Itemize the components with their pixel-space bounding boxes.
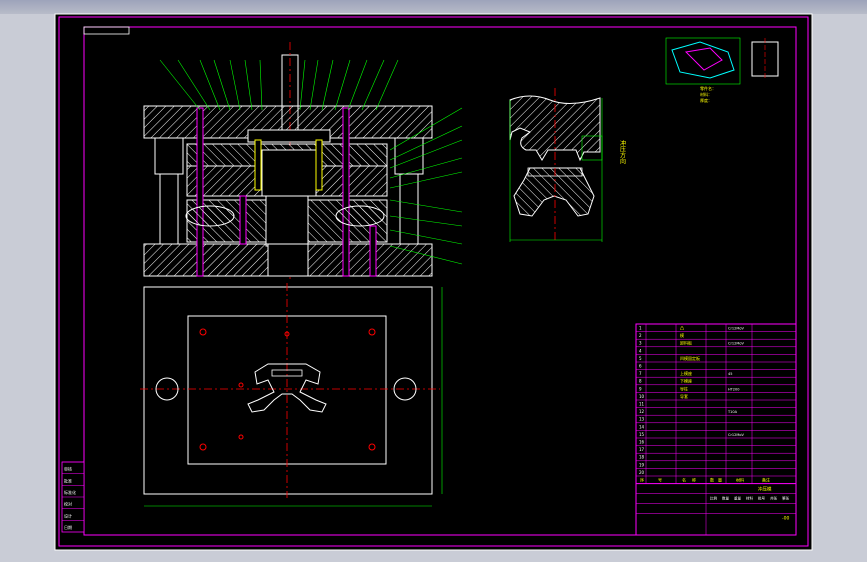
parts-header-cell: 号 bbox=[658, 477, 662, 483]
parts-row-number: 17 bbox=[639, 447, 645, 452]
drawing-id: 冲压模 bbox=[758, 486, 772, 493]
parts-row-material: Cr12MoV bbox=[728, 342, 744, 346]
parts-row-number: 12 bbox=[639, 409, 645, 414]
parts-header-cell: 名 bbox=[682, 477, 686, 483]
title-bottom-cell: 材料 bbox=[746, 496, 754, 501]
inset-note-3: 厚度： bbox=[700, 97, 712, 103]
parts-row-number: 18 bbox=[639, 455, 645, 460]
parts-row-number: 15 bbox=[639, 432, 645, 437]
parts-row-number: 19 bbox=[639, 462, 645, 467]
parts-row-name: 模 bbox=[680, 332, 684, 338]
left-stamp-block: 审核批准标准化校对设计日期 bbox=[61, 461, 85, 533]
title-bottom-cell: 第张 bbox=[782, 496, 790, 501]
stamp-label: 标准化 bbox=[64, 489, 76, 495]
stamp-label: 设计 bbox=[64, 512, 72, 518]
title-bottom-cell: 重量 bbox=[734, 496, 742, 501]
parts-row-number: 20 bbox=[639, 470, 645, 475]
parts-row-number: 10 bbox=[639, 394, 645, 399]
parts-row-material: Cr12MoV bbox=[728, 327, 744, 331]
die-plan-view bbox=[140, 283, 443, 507]
parts-row-material: HT200 bbox=[728, 387, 739, 391]
parts-row-material: Cr12MoV bbox=[728, 433, 744, 437]
sheet-number: -00 bbox=[782, 516, 789, 522]
title-bottom-cell: 批号 bbox=[758, 496, 766, 501]
title-bottom-cell: 数量 bbox=[722, 496, 730, 501]
parts-header-cell: 称 bbox=[692, 477, 696, 483]
cad-drawing-canvas: 冲压方向 零件名： 材料： 厚度： 1 凸 Cr12MoV2 模3 卸料板 Cr12MoV… bbox=[54, 13, 813, 551]
parts-row-name: 导柱 bbox=[680, 385, 688, 391]
stamp-label: 批准 bbox=[64, 477, 72, 483]
stamp-label: 校对 bbox=[64, 501, 72, 507]
parts-row-number: 14 bbox=[639, 424, 645, 429]
parts-row-name: 卸料板 bbox=[680, 340, 692, 346]
parts-row-number: 11 bbox=[639, 402, 645, 407]
parts-row-name: 下模座 bbox=[680, 378, 692, 384]
parts-header-cell: 序 bbox=[640, 477, 644, 483]
parts-row-name: 凹模固定板 bbox=[680, 355, 700, 361]
parts-row-name: 导套 bbox=[680, 393, 688, 399]
inset-note-1: 零件名： bbox=[700, 85, 716, 91]
stamp-label: 日期 bbox=[64, 524, 72, 530]
parts-row-name: 上模座 bbox=[680, 370, 692, 376]
parts-row-number: 13 bbox=[639, 417, 645, 422]
parts-row-number: 16 bbox=[639, 440, 645, 445]
parts-row-material: T10A bbox=[727, 410, 738, 414]
stamp-label: 审核 bbox=[64, 466, 72, 472]
inset-note-2: 材料： bbox=[700, 91, 712, 97]
title-bottom-cell: 共张 bbox=[770, 496, 778, 501]
parts-header-cell: 材料 bbox=[736, 477, 744, 483]
title-block: 1 凸 Cr12MoV2 模3 卸料板 Cr12MoV45 凹模固定板67 上模座 458 下模座… bbox=[635, 323, 797, 536]
parts-header-cell: 量 bbox=[718, 477, 722, 483]
parts-header-cell: 数 bbox=[710, 477, 714, 483]
vertical-note: 冲压方向 bbox=[619, 139, 626, 164]
parts-row-material: 45 bbox=[728, 372, 732, 376]
parts-row-name: 凸 bbox=[680, 326, 684, 331]
title-bottom-cell: 比例 bbox=[710, 496, 718, 501]
parts-header-cell: 备注 bbox=[762, 477, 770, 483]
